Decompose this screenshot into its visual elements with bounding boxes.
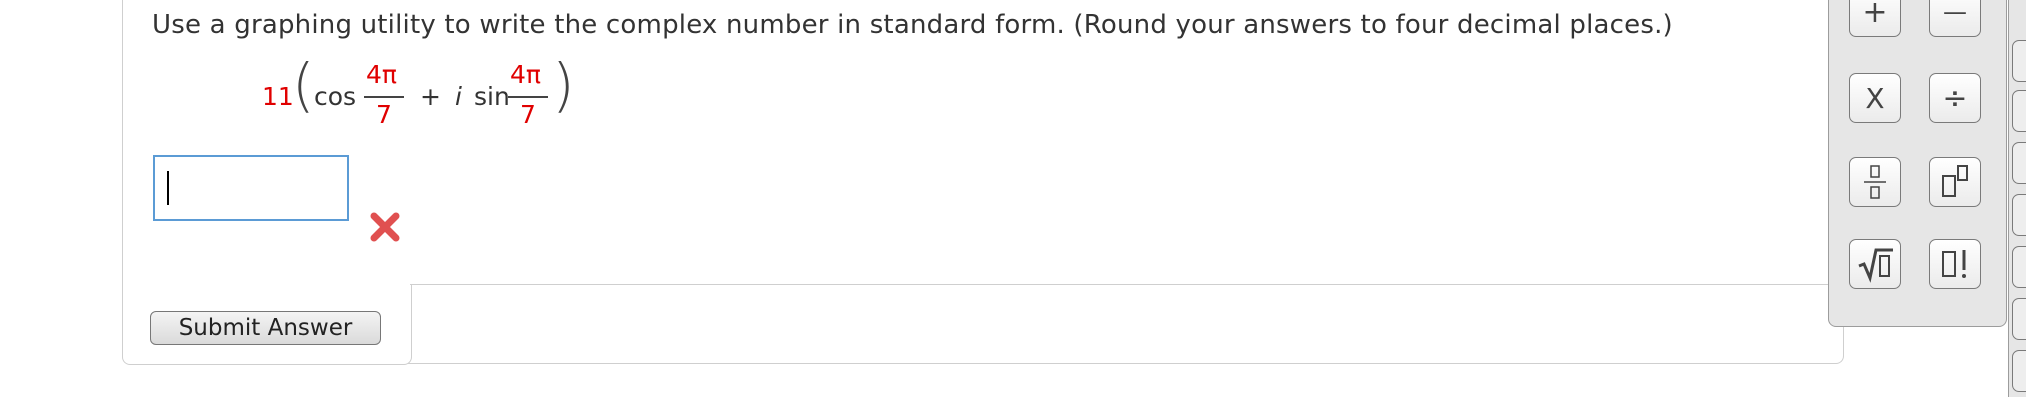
- side-tab-7[interactable]: [2012, 350, 2026, 392]
- divider: [410, 284, 1842, 285]
- minus-icon: —: [1943, 0, 1967, 26]
- sin-fraction-bar: [508, 96, 548, 98]
- sin-label: sin: [474, 82, 510, 111]
- palette-plus-button[interactable]: +: [1849, 0, 1901, 37]
- sin-numerator: 4π: [510, 60, 541, 89]
- exponent-icon: [1942, 165, 1968, 197]
- fraction-icon: [1864, 165, 1886, 199]
- palette-divide-button[interactable]: ÷: [1929, 73, 1981, 123]
- palette-fraction-button[interactable]: [1849, 157, 1901, 207]
- question-prompt: Use a graphing utility to write the comp…: [152, 10, 1673, 40]
- side-tab-1[interactable]: [2012, 40, 2026, 82]
- palette-sqrt-button[interactable]: [1849, 239, 1901, 289]
- divide-icon: ÷: [1942, 80, 1968, 116]
- text-caret: [167, 171, 169, 205]
- factorial-icon: [1942, 250, 1966, 278]
- cos-numerator: 4π: [366, 60, 397, 89]
- imaginary-unit: i: [455, 82, 462, 111]
- math-palette: + — X ÷: [1828, 0, 2007, 327]
- side-tab-5[interactable]: [2012, 246, 2026, 288]
- cos-denominator: 7: [376, 100, 392, 129]
- cos-fraction-bar: [364, 96, 404, 98]
- right-paren: ): [552, 51, 575, 119]
- incorrect-x-icon: [370, 212, 400, 242]
- sin-denominator: 7: [520, 100, 536, 129]
- side-tab-3[interactable]: [2012, 142, 2026, 184]
- side-tab-2[interactable]: [2012, 90, 2026, 132]
- coefficient: 11: [262, 82, 294, 111]
- left-paren: (: [292, 51, 315, 119]
- side-tab-4[interactable]: [2012, 194, 2026, 236]
- cos-label: cos: [314, 82, 357, 111]
- plus-sign: +: [420, 82, 441, 111]
- palette-factorial-button[interactable]: [1929, 239, 1981, 289]
- side-tab-6[interactable]: [2012, 298, 2026, 340]
- palette-power-button[interactable]: [1929, 157, 1981, 207]
- answer-input[interactable]: [153, 155, 349, 221]
- sqrt-icon: [1858, 248, 1893, 283]
- submit-answer-button[interactable]: Submit Answer: [150, 311, 381, 345]
- palette-times-button[interactable]: X: [1849, 73, 1901, 123]
- plus-icon: +: [1862, 0, 1888, 30]
- palette-minus-button[interactable]: —: [1929, 0, 1981, 37]
- times-icon: X: [1865, 81, 1885, 115]
